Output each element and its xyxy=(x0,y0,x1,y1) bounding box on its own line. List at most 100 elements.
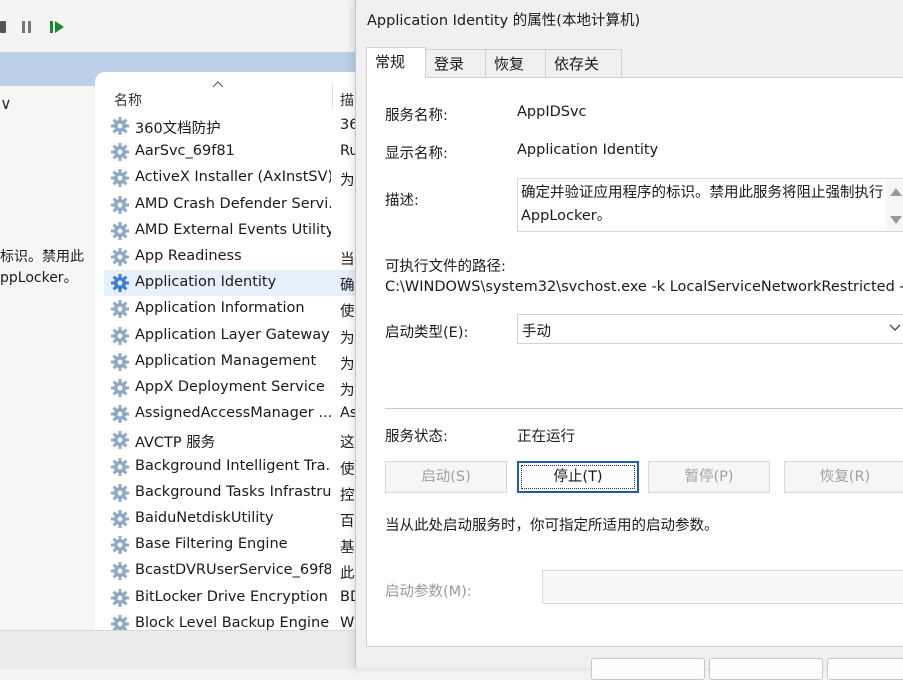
service-row[interactable]: AppX Deployment Service ... 为 xyxy=(104,375,360,401)
service-name: AVCTP 服务 xyxy=(135,435,216,452)
service-row[interactable]: App Readiness 当 xyxy=(104,244,360,270)
service-row[interactable]: Base Filtering Engine 基 xyxy=(104,532,360,558)
service-row[interactable]: AMD Crash Defender Servi... xyxy=(104,192,360,218)
service-row[interactable]: Block Level Backup Engine ... W xyxy=(104,611,360,630)
display-name-value: Application Identity xyxy=(517,142,659,158)
stop-button[interactable]: 停止(T) xyxy=(517,461,639,493)
service-row[interactable]: BaiduNetdiskUtility 百 xyxy=(104,506,360,532)
gear-icon xyxy=(111,405,129,424)
sort-ascending-icon xyxy=(212,81,224,88)
gear-icon xyxy=(111,379,129,397)
pause-button[interactable]: 暂停(P) xyxy=(648,461,770,493)
gear-icon xyxy=(111,431,129,450)
gear-icon xyxy=(111,221,129,240)
tab-recovery[interactable]: 恢复 xyxy=(485,49,546,77)
service-row[interactable]: AVCTP 服务这 xyxy=(104,427,360,453)
service-row[interactable]: ActiveX Installer (AxInstSV) 为 xyxy=(104,165,360,191)
display-name-label: 显示名称: xyxy=(385,146,448,162)
tab-general[interactable]: 常规 xyxy=(366,47,426,78)
services-toolbar xyxy=(0,0,360,52)
start-params-label: 启动参数(M): xyxy=(385,584,472,600)
collapse-chevron-icon[interactable]: ∨ xyxy=(0,94,12,113)
service-name: AssignedAccessManager ... xyxy=(135,405,331,422)
service-name: Application Management xyxy=(135,352,317,369)
stop-service-icon[interactable] xyxy=(0,19,14,35)
description-scrollbar[interactable] xyxy=(886,179,903,231)
status-bar xyxy=(0,630,360,669)
startup-type-value: 手动 xyxy=(522,324,551,340)
start-button[interactable]: 启动(S) xyxy=(385,461,507,493)
service-name: BcastDVRUserService_69f81 xyxy=(135,562,331,579)
service-name: Application Information xyxy=(135,300,305,317)
cancel-button[interactable] xyxy=(709,658,823,680)
start-params-hint: 当从此处启动服务时，你可指定所适用的启动参数。 xyxy=(385,518,719,534)
service-status-value: 正在运行 xyxy=(517,429,575,445)
service-row[interactable]: Application Information 使 xyxy=(104,296,360,322)
gear-icon xyxy=(111,195,129,214)
gear-icon xyxy=(111,614,129,630)
startup-type-label: 启动类型(E): xyxy=(385,325,469,341)
service-row[interactable]: Application Layer Gateway ... 为 xyxy=(104,323,360,349)
gear-icon xyxy=(111,457,129,476)
service-name: Application Layer Gateway ... xyxy=(135,326,331,343)
restart-service-icon[interactable] xyxy=(50,19,64,35)
resume-button[interactable]: 恢复(R) xyxy=(784,461,903,493)
gear-icon xyxy=(111,562,129,581)
gear-icon xyxy=(111,169,129,188)
service-name: BaiduNetdiskUtility xyxy=(135,510,274,526)
gear-icon xyxy=(111,510,129,528)
scroll-down-icon[interactable] xyxy=(890,216,902,224)
ok-button[interactable] xyxy=(591,658,705,680)
extended-description-fragment: 标识。禁用此 ppLocker。 xyxy=(0,249,84,286)
service-row[interactable]: Background Tasks Infrastru... 控 xyxy=(104,480,360,506)
service-row[interactable]: AMD External Events Utility xyxy=(104,218,360,244)
gear-icon xyxy=(111,300,129,319)
exe-path-label: 可执行文件的路径: xyxy=(385,259,506,275)
properties-dialog: Application Identity 的属性(本地计算机) 常规 登录 恢复… xyxy=(355,0,903,680)
service-row[interactable]: Application Management 为 xyxy=(104,349,360,375)
service-name: AMD External Events Utility xyxy=(135,221,331,238)
column-header-name[interactable]: 名称 xyxy=(114,90,142,110)
gear-icon xyxy=(111,274,129,293)
apply-button[interactable] xyxy=(827,658,903,680)
description-text: 确定并验证应用程序的标识。禁用此服务将阻止强制执行 AppLocker。 xyxy=(521,185,884,224)
gear-icon xyxy=(111,352,129,371)
dialog-title: Application Identity 的属性(本地计算机) xyxy=(367,13,641,29)
gear-icon xyxy=(111,588,129,607)
chevron-down-icon xyxy=(889,324,901,331)
service-row[interactable]: Background Intelligent Tra... 使 xyxy=(104,454,360,480)
service-name: Block Level Backup Engine ... xyxy=(135,614,331,630)
scroll-up-icon[interactable] xyxy=(890,188,902,196)
service-row[interactable]: 360文档防护 36 xyxy=(104,113,360,139)
gear-icon xyxy=(111,248,129,266)
column-header-description[interactable]: 描 xyxy=(340,90,354,110)
service-row[interactable]: AssignedAccessManager ... As xyxy=(104,401,360,427)
gear-icon xyxy=(111,326,129,345)
gear-icon xyxy=(111,143,129,162)
gear-icon xyxy=(111,117,129,135)
service-name: ActiveX Installer (AxInstSV) xyxy=(135,169,331,186)
tab-dependencies[interactable]: 依存关系 xyxy=(545,49,622,101)
general-tab-panel: 服务名称: AppIDSvc 显示名称: Application Identit… xyxy=(366,77,903,647)
start-params-input[interactable] xyxy=(542,570,903,604)
description-label: 描述: xyxy=(385,193,419,209)
service-row[interactable]: BitLocker Drive Encryption ... BD xyxy=(104,585,360,611)
pause-service-icon[interactable] xyxy=(22,19,36,35)
service-row[interactable]: AarSvc_69f81 Ru xyxy=(104,139,360,165)
service-name: Background Tasks Infrastru... xyxy=(135,483,331,500)
service-name: BitLocker Drive Encryption ... xyxy=(135,588,331,605)
services-list: 名称 描 360文档防护 36 AarSvc_69f81 Ru ActiveX Inst… xyxy=(95,72,360,630)
section-divider xyxy=(385,408,903,409)
service-name-value: AppIDSvc xyxy=(517,104,587,120)
service-name: Base Filtering Engine xyxy=(135,536,288,553)
service-name: 360文档防护 xyxy=(135,121,221,137)
description-textbox[interactable]: 确定并验证应用程序的标识。禁用此服务将阻止强制执行 AppLocker。 xyxy=(517,178,903,232)
column-separator[interactable] xyxy=(332,84,333,108)
service-name: App Readiness xyxy=(135,248,242,264)
service-row[interactable]: BcastDVRUserService_69f81 此 xyxy=(104,558,360,584)
tab-logon[interactable]: 登录 xyxy=(425,49,486,77)
gear-icon xyxy=(111,536,129,555)
startup-type-select[interactable]: 手动 xyxy=(517,314,903,344)
service-row[interactable]: Application Identity 确 xyxy=(104,270,360,297)
gear-icon xyxy=(111,483,129,502)
